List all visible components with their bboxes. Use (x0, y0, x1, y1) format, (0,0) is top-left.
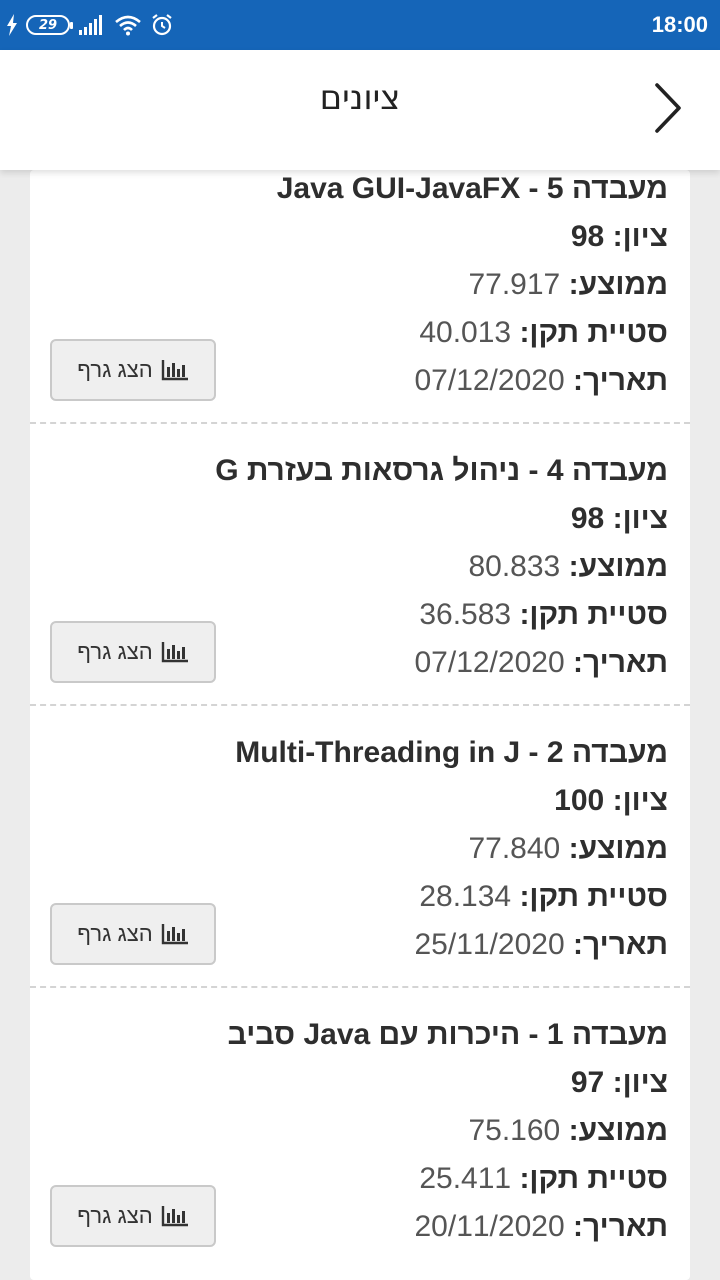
std-dev-label: סטיית תקן: (519, 598, 668, 631)
date-value: 07/12/2020 (414, 364, 565, 397)
date-label: תאריך: (572, 646, 668, 679)
average-label: ממוצע: (568, 832, 668, 865)
grade-entry: מעבדה 4 - ניהול גרסאות בעזרת G ציון: 98 … (30, 424, 690, 706)
average-value: 77.840 (468, 832, 561, 865)
signal-icon (79, 15, 102, 35)
bar-chart-icon (161, 360, 188, 381)
app-header: ציונים (0, 50, 720, 170)
status-bar: 29 18:00 (0, 0, 720, 50)
battery-icon: 29 (26, 15, 73, 35)
date-label: תאריך: (572, 364, 668, 397)
date-value: 25/11/2020 (414, 928, 565, 961)
entry-title: מעבדה 5 - Java GUI-JavaFX (276, 172, 668, 205)
grade-row: ציון: 97 (571, 1066, 668, 1100)
grades-list[interactable]: מעבדה 5 - Java GUI-JavaFX ציון: 98 ממוצע… (0, 170, 720, 1280)
average-label: ממוצע: (568, 268, 668, 301)
show-graph-button[interactable]: הצג גרף (50, 1185, 216, 1247)
grade-entry: מעבדה 5 - Java GUI-JavaFX ציון: 98 ממוצע… (30, 170, 690, 424)
charging-bolt-icon (7, 14, 17, 36)
entry-title: מעבדה 1 - היכרות עם Java סביב (227, 1018, 668, 1051)
show-graph-label: הצג גרף (77, 921, 153, 946)
show-graph-label: הצג גרף (77, 357, 153, 382)
std-dev-row: סטיית תקן: 25.411 (419, 1162, 668, 1196)
show-graph-label: הצג גרף (77, 1203, 153, 1228)
std-dev-label: סטיית תקן: (519, 1162, 668, 1195)
average-value: 75.160 (468, 1114, 561, 1147)
std-dev-value: 40.013 (419, 316, 512, 349)
status-time: 18:00 (651, 12, 708, 37)
grade-label: ציון: (612, 1066, 668, 1099)
date-row: תאריך: 20/11/2020 (414, 1210, 668, 1244)
grades-card: מעבדה 5 - Java GUI-JavaFX ציון: 98 ממוצע… (30, 170, 690, 1280)
page-title: ציונים (319, 78, 401, 118)
std-dev-value: 36.583 (419, 598, 512, 631)
date-label: תאריך: (572, 928, 668, 961)
show-graph-button[interactable]: הצג גרף (50, 621, 216, 683)
average-value: 77.917 (468, 268, 561, 301)
average-label: ממוצע: (568, 550, 668, 583)
battery-level: 29 (38, 17, 58, 33)
grade-row: ציון: 100 (554, 784, 668, 818)
status-icons: 29 (6, 10, 174, 40)
grade-value: 98 (570, 502, 605, 535)
std-dev-row: סטיית תקן: 40.013 (419, 316, 668, 350)
wifi-icon (115, 15, 141, 36)
date-row: תאריך: 07/12/2020 (414, 364, 668, 398)
average-row: ממוצע: 80.833 (468, 550, 668, 584)
average-label: ממוצע: (568, 1114, 668, 1147)
bar-chart-icon (161, 924, 188, 945)
date-value: 20/11/2020 (414, 1210, 565, 1243)
grade-label: ציון: (612, 502, 668, 535)
std-dev-label: סטיית תקן: (519, 316, 668, 349)
grade-row: ציון: 98 (571, 220, 668, 254)
std-dev-row: סטיית תקן: 36.583 (419, 598, 668, 632)
grade-label: ציון: (612, 220, 668, 253)
std-dev-value: 28.134 (419, 880, 512, 913)
average-row: ממוצע: 75.160 (468, 1114, 668, 1148)
grade-value: 98 (570, 220, 605, 253)
grade-value: 97 (570, 1066, 605, 1099)
alarm-icon (152, 14, 172, 36)
bar-chart-icon (161, 1206, 188, 1227)
average-value: 80.833 (468, 550, 561, 583)
date-value: 07/12/2020 (414, 646, 565, 679)
grade-row: ציון: 98 (571, 502, 668, 536)
back-button[interactable] (638, 78, 698, 138)
std-dev-value: 25.411 (419, 1162, 512, 1195)
grade-value: 100 (554, 784, 605, 817)
average-row: ממוצע: 77.917 (468, 268, 668, 302)
show-graph-button[interactable]: הצג גרף (50, 903, 216, 965)
show-graph-button[interactable]: הצג גרף (50, 339, 216, 401)
grade-label: ציון: (612, 784, 668, 817)
grade-entry: מעבדה 1 - היכרות עם Java סביב ציון: 97 מ… (30, 988, 690, 1270)
grade-entry: מעבדה 2 - Multi-Threading in J ציון: 100… (30, 706, 690, 988)
entry-title: מעבדה 2 - Multi-Threading in J (235, 736, 668, 769)
date-label: תאריך: (572, 1210, 668, 1243)
chevron-right-icon (655, 83, 681, 133)
date-row: תאריך: 25/11/2020 (414, 928, 668, 962)
average-row: ממוצע: 77.840 (468, 832, 668, 866)
date-row: תאריך: 07/12/2020 (414, 646, 668, 680)
std-dev-row: סטיית תקן: 28.134 (419, 880, 668, 914)
std-dev-label: סטיית תקן: (519, 880, 668, 913)
entry-title: מעבדה 4 - ניהול גרסאות בעזרת G (215, 454, 668, 487)
bar-chart-icon (161, 642, 188, 663)
show-graph-label: הצג גרף (77, 639, 153, 664)
